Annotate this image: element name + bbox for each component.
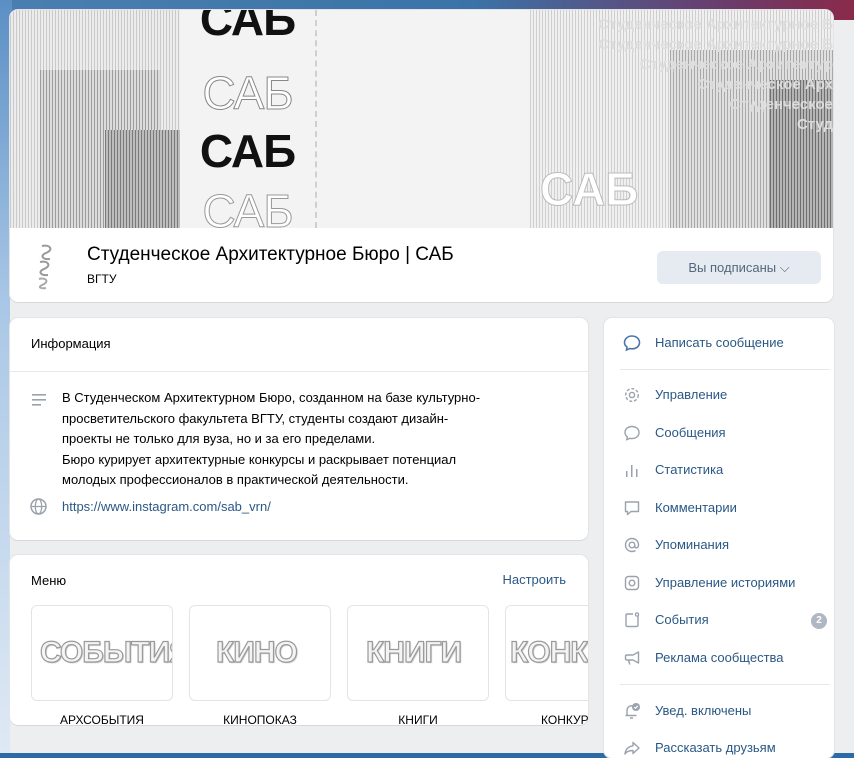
group-subtitle: ВГТУ [87, 272, 117, 286]
stats-icon [626, 465, 638, 477]
calendar-icon [625, 612, 640, 628]
events-count-badge: 2 [811, 613, 827, 629]
cover-word: САБ [539, 163, 639, 216]
sidebar-item-manage[interactable]: Управление [604, 377, 834, 413]
menu-tile-image[interactable]: КНИГИ [347, 605, 489, 701]
group-info-bar: Студенческое Архитектурное Бюро | САБ ВГ… [10, 228, 833, 302]
menu-tile-image[interactable]: КОНК [505, 605, 588, 701]
menu-tile-caption[interactable]: КНИГИ [347, 713, 489, 725]
divider [10, 371, 588, 372]
menu-tile-caption[interactable]: КОНКУР [505, 713, 588, 725]
menu-tile-image[interactable]: КИНО [189, 605, 331, 701]
notifications-toggle[interactable]: Увед. включены [604, 693, 834, 729]
cover-word: САБ [199, 10, 296, 45]
avatar[interactable] [36, 244, 60, 290]
sidebar-item-messages[interactable]: Сообщения [604, 415, 834, 451]
menu-tiles: СОБЫТИЯ АРХСОБЫТИЯ КИНО КИНОПОКАЗ КНИГИ … [31, 605, 588, 725]
divider [620, 369, 830, 370]
menu-tile-image[interactable]: СОБЫТИЯ [31, 605, 173, 701]
stories-icon [624, 575, 640, 591]
menu-tile-books[interactable]: КНИГИ КНИГИ [347, 605, 489, 725]
mention-icon [624, 537, 640, 553]
bell-check-icon [625, 703, 640, 719]
actions-sidebar: Написать сообщение Управление Сообщения … [604, 318, 834, 758]
group-title: Студенческое Архитектурное Бюро | САБ [87, 244, 454, 265]
cover-word: САБ [202, 185, 294, 229]
globe-icon [30, 498, 47, 515]
comments-icon [624, 501, 640, 516]
sidebar-item-ads[interactable]: Реклама сообщества [604, 640, 834, 676]
group-header-card: САБ САБ САБ САБ Студенческое Архитектурн… [10, 10, 833, 302]
menu-tile-contests[interactable]: КОНК КОНКУР [505, 605, 588, 725]
menu-card: Меню Настроить СОБЫТИЯ АРХСОБЫТИЯ КИНО К… [10, 555, 588, 725]
configure-menu-link[interactable]: Настроить [502, 572, 566, 587]
info-heading: Информация [31, 336, 111, 351]
cover-word: САБ [199, 125, 296, 177]
description-icon [32, 394, 46, 406]
group-description: В Студенческом Архитектурном Бюро, созда… [62, 390, 481, 487]
share-button[interactable]: Рассказать друзьям [604, 730, 834, 758]
cover-ghost-text: Студенческое Архитектурное Б Студенческо… [598, 16, 833, 133]
share-icon [624, 741, 640, 755]
info-card: Информация В Студенческом Архитектурном … [10, 318, 588, 540]
sidebar-item-comments[interactable]: Комментарии [604, 490, 834, 526]
menu-tile-caption[interactable]: КИНОПОКАЗ [189, 713, 331, 725]
megaphone-icon [624, 651, 640, 665]
cover-word: САБ [202, 67, 294, 119]
write-message-button[interactable]: Написать сообщение [604, 325, 834, 361]
menu-tile-cinema[interactable]: КИНО КИНОПОКАЗ [189, 605, 331, 725]
cover-divider [315, 10, 317, 228]
message-bubble-icon [623, 335, 641, 352]
subscribed-button[interactable]: Вы подписаны ⌵ [657, 251, 821, 284]
menu-tile-events[interactable]: СОБЫТИЯ АРХСОБЫТИЯ [31, 605, 173, 725]
menu-heading: Меню [31, 573, 67, 588]
divider [620, 684, 830, 685]
menu-tile-caption[interactable]: АРХСОБЫТИЯ [31, 713, 173, 725]
sidebar-item-stats[interactable]: Статистика [604, 452, 834, 488]
website-link[interactable]: https://www.instagram.com/sab_vrn/ [62, 499, 271, 514]
sidebar-item-events[interactable]: События 2 [604, 602, 834, 638]
sidebar-item-stories[interactable]: Управление историями [604, 565, 834, 601]
sidebar-item-mentions[interactable]: Упоминания [604, 527, 834, 563]
cover-image: САБ САБ САБ САБ Студенческое Архитектурн… [10, 10, 833, 228]
message-icon [624, 425, 640, 441]
gear-icon [624, 387, 640, 403]
